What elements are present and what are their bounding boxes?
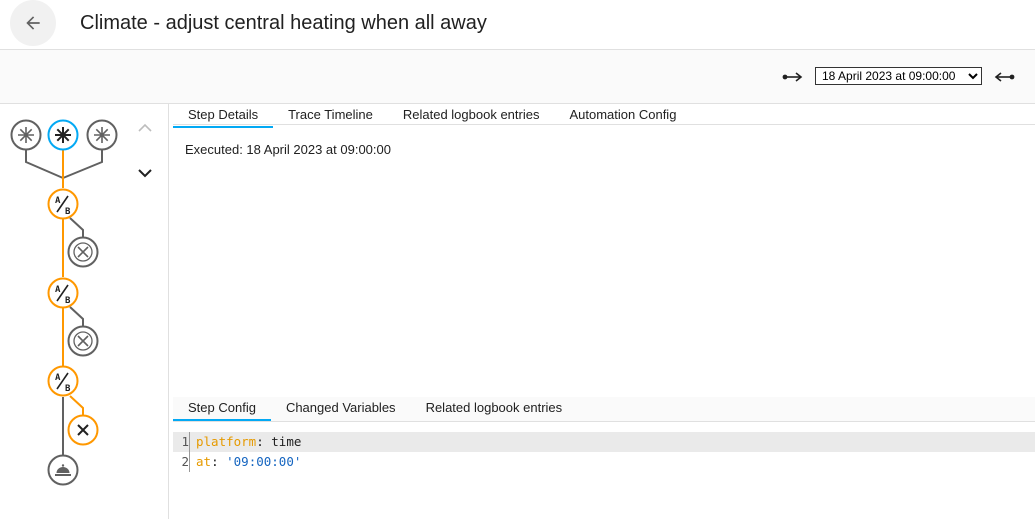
details-tabs: Step Details Trace Timeline Related logb… — [173, 104, 1035, 128]
line-number: 1 — [181, 434, 189, 449]
code-value: '09:00:00' — [226, 454, 302, 469]
code-separator: : — [256, 434, 272, 449]
gutter-divider — [189, 452, 190, 472]
tab-automation-config[interactable]: Automation Config — [554, 104, 691, 126]
stop-icon-active[interactable] — [67, 414, 99, 446]
tab-related-logbook[interactable]: Related logbook entries — [388, 104, 555, 126]
tab-changed-variables[interactable]: Changed Variables — [271, 397, 411, 419]
svg-text:B: B — [65, 384, 71, 394]
chevron-down-icon[interactable] — [138, 169, 152, 178]
gutter-divider — [189, 432, 190, 452]
tab-related-logbook-entries[interactable]: Related logbook entries — [411, 397, 578, 419]
code-key: at — [196, 454, 212, 469]
older-trace-icon[interactable] — [781, 70, 803, 84]
trigger-icon-active[interactable] — [47, 119, 79, 151]
chevron-up-icon[interactable] — [138, 123, 152, 132]
code-value: time — [271, 434, 302, 449]
page-title: Climate - adjust central heating when al… — [80, 12, 487, 34]
trace-graph-panel: A B A B A B — [0, 104, 169, 519]
tab-trace-timeline[interactable]: Trace Timeline — [273, 104, 388, 126]
newer-trace-icon[interactable] — [994, 70, 1016, 84]
svg-text:A: A — [55, 285, 61, 295]
code-line: 2 at : '09:00:00' — [173, 452, 1035, 472]
arrow-left-icon — [26, 16, 40, 30]
code-line: 1 platform : time — [173, 432, 1035, 452]
stop-icon[interactable] — [67, 325, 99, 357]
step-config-tabs: Step Config Changed Variables Related lo… — [173, 397, 1035, 422]
trigger-icon[interactable] — [10, 119, 42, 151]
trigger-icon[interactable] — [86, 119, 118, 151]
trace-select[interactable]: 18 April 2023 at 09:00:00 — [815, 67, 982, 85]
tab-step-config[interactable]: Step Config — [173, 397, 271, 421]
stop-icon[interactable] — [67, 236, 99, 268]
svg-text:B: B — [65, 296, 71, 306]
executed-timestamp: Executed: 18 April 2023 at 09:00:00 — [185, 142, 391, 157]
line-number: 2 — [181, 454, 189, 469]
code-key: platform — [196, 434, 257, 449]
code-editor[interactable]: 1 platform : time 2 at : '09:00:00' — [173, 432, 1035, 472]
condition-icon[interactable]: A B — [47, 277, 79, 309]
condition-icon[interactable]: A B — [47, 365, 79, 397]
code-separator: : — [211, 454, 227, 469]
condition-icon[interactable]: A B — [47, 188, 79, 220]
svg-text:B: B — [65, 207, 71, 217]
trace-graph: A B A B A B — [10, 119, 152, 486]
finish-icon[interactable] — [47, 454, 79, 486]
top-app-bar: Climate - adjust central heating when al… — [0, 0, 1035, 50]
tab-step-details[interactable]: Step Details — [173, 104, 274, 128]
back-button[interactable] — [10, 0, 56, 46]
svg-text:A: A — [55, 373, 61, 383]
svg-text:A: A — [55, 196, 61, 206]
